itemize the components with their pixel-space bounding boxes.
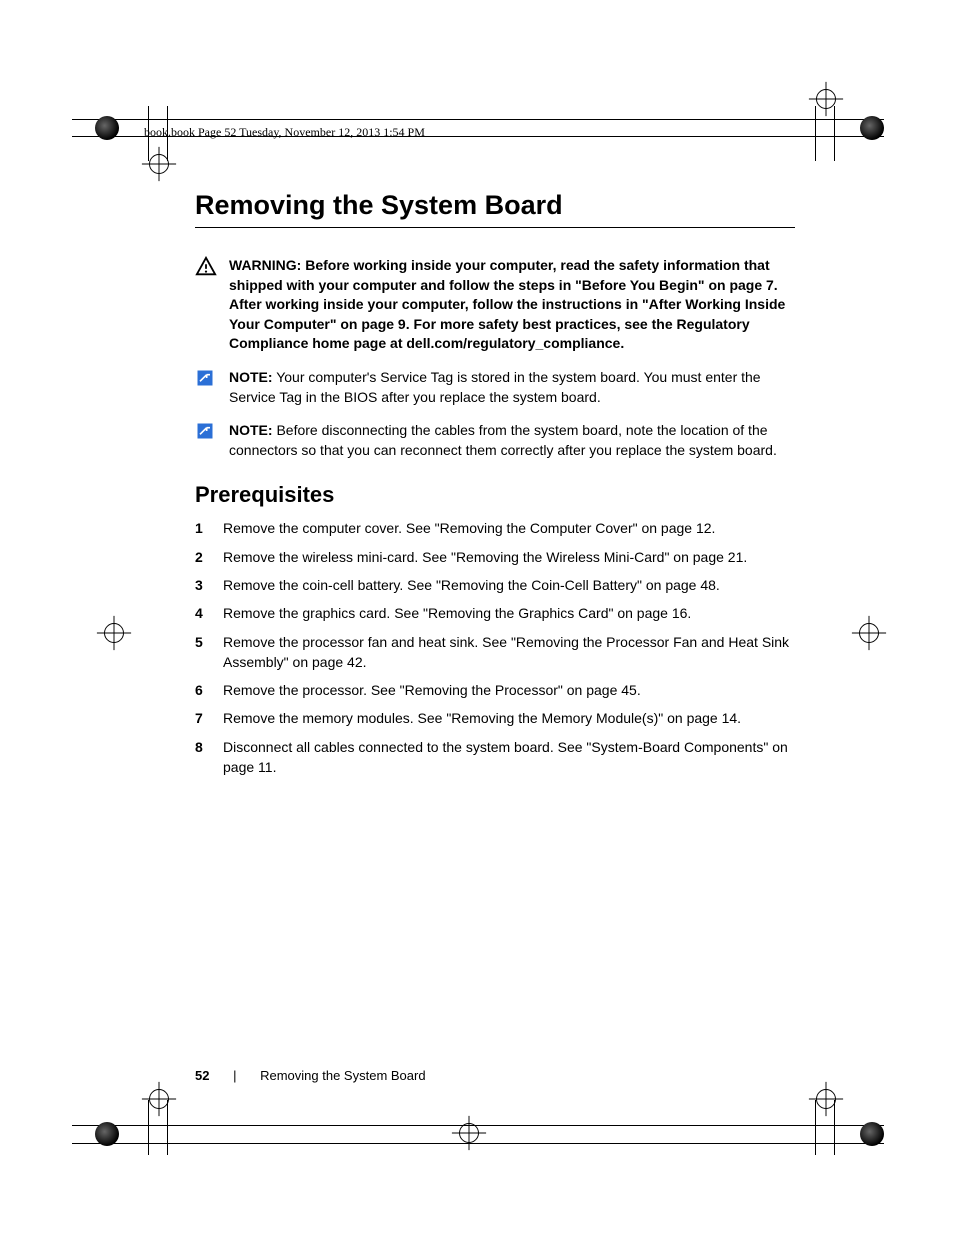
- crop-line: [72, 119, 884, 120]
- registration-mark-icon: [140, 1080, 178, 1118]
- list-item: Remove the coin-cell battery. See "Remov…: [195, 575, 795, 595]
- crop-ball-icon: [95, 116, 119, 140]
- crop-ball-icon: [95, 1122, 119, 1146]
- note-icon: [195, 368, 229, 407]
- crop-ball-icon: [860, 116, 884, 140]
- note-label: NOTE:: [229, 369, 273, 385]
- note-body: Your computer's Service Tag is stored in…: [229, 369, 761, 405]
- list-item: Remove the processor fan and heat sink. …: [195, 632, 795, 673]
- list-item: Remove the wireless mini-card. See "Remo…: [195, 547, 795, 567]
- page-number: 52: [195, 1068, 209, 1083]
- warning-label: WARNING:: [229, 257, 301, 273]
- list-item: Disconnect all cables connected to the s…: [195, 737, 795, 778]
- warning-block: WARNING: Before working inside your comp…: [195, 256, 795, 354]
- registration-mark-icon: [140, 145, 178, 183]
- registration-mark-icon: [450, 1114, 488, 1152]
- page-title: Removing the System Board: [195, 190, 795, 221]
- footer-chapter: Removing the System Board: [260, 1068, 425, 1083]
- note-text: NOTE: Before disconnecting the cables fr…: [229, 421, 795, 460]
- note-block: NOTE: Your computer's Service Tag is sto…: [195, 368, 795, 407]
- registration-mark-icon: [807, 80, 845, 118]
- document-page: book.book Page 52 Tuesday, November 12, …: [0, 0, 954, 1235]
- page-footer: 52 | Removing the System Board: [195, 1068, 426, 1083]
- registration-mark-icon: [807, 1080, 845, 1118]
- print-header: book.book Page 52 Tuesday, November 12, …: [144, 125, 425, 140]
- section-heading: Prerequisites: [195, 482, 795, 508]
- title-rule: [195, 227, 795, 228]
- list-item: Remove the computer cover. See "Removing…: [195, 518, 795, 538]
- page-content: Removing the System Board WARNING: Befor…: [195, 190, 795, 785]
- note-body: Before disconnecting the cables from the…: [229, 422, 777, 458]
- prerequisite-list: Remove the computer cover. See "Removing…: [195, 518, 795, 777]
- note-label: NOTE:: [229, 422, 273, 438]
- list-item: Remove the graphics card. See "Removing …: [195, 603, 795, 623]
- registration-mark-icon: [850, 614, 888, 652]
- warning-icon: [195, 256, 229, 354]
- note-block: NOTE: Before disconnecting the cables fr…: [195, 421, 795, 460]
- list-item: Remove the memory modules. See "Removing…: [195, 708, 795, 728]
- note-icon: [195, 421, 229, 460]
- note-text: NOTE: Your computer's Service Tag is sto…: [229, 368, 795, 407]
- list-item: Remove the processor. See "Removing the …: [195, 680, 795, 700]
- footer-separator: |: [233, 1068, 236, 1083]
- warning-body: Before working inside your computer, rea…: [229, 257, 785, 351]
- warning-text: WARNING: Before working inside your comp…: [229, 256, 795, 354]
- registration-mark-icon: [95, 614, 133, 652]
- crop-ball-icon: [860, 1122, 884, 1146]
